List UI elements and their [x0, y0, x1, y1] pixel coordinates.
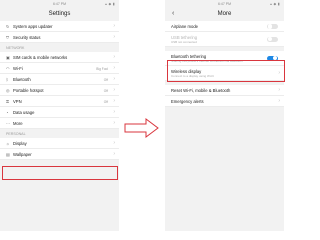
settings-item-label: Portable hotspot	[13, 87, 44, 93]
settings-item-value: Big Fool	[96, 66, 108, 71]
more-item-reset-wi-fi-mobile-bluetooth[interactable]: Reset Wi-Fi, mobile & Bluetooth ›	[165, 85, 284, 96]
settings-item-label: SIM cards & mobile networks	[13, 54, 68, 60]
chevron-right-icon: ›	[278, 98, 280, 104]
status-time: 6:47 PM	[52, 2, 67, 6]
settings-item-value: Off	[103, 77, 108, 82]
more-item-usb-tethering: USB tethering USB not connected	[165, 32, 284, 47]
settings-item-label: More	[13, 120, 23, 126]
more-dots-icon: ⋯	[6, 120, 10, 126]
page-title: More	[217, 11, 232, 17]
top-settings-group: ↻ System apps updater › ⛉ Security status ›	[0, 21, 119, 43]
personal-section-label: PERSONAL	[6, 132, 26, 136]
personal-settings-group: ☼ Display › ▤ Wallpaper ›	[0, 138, 119, 160]
chevron-right-icon: ›	[113, 139, 115, 146]
wallpaper-icon: ▤	[6, 151, 10, 157]
status-bar: 6:47 PM ▴ ◆ ▮	[0, 0, 119, 9]
shield-icon: ⛉	[6, 34, 9, 40]
toggle-knob	[267, 37, 272, 42]
chevron-right-icon: ›	[113, 22, 115, 29]
settings-item-label: Wi-Fi	[13, 65, 23, 71]
chevron-right-icon: ›	[113, 150, 115, 157]
settings-item-portable-hotspot[interactable]: ◎ Portable hotspot Off ›	[0, 85, 119, 96]
status-time: 6:47 PM	[217, 2, 232, 6]
chevron-right-icon: ›	[113, 75, 115, 82]
status-bar: 6:47 PM ▴ ◆ ▮	[165, 0, 284, 9]
settings-item-value: Off	[103, 99, 108, 104]
more-item-airplane-mode[interactable]: Airplane mode	[165, 21, 284, 32]
settings-item-system-apps-updater[interactable]: ↻ System apps updater ›	[0, 21, 119, 32]
vpn-key-icon: ⚿	[6, 98, 10, 104]
settings-item-display[interactable]: ☼ Display ›	[0, 138, 119, 149]
page-title: Settings	[48, 11, 71, 17]
settings-header: Settings	[0, 9, 119, 21]
settings-screen: 6:47 PM ▴ ◆ ▮ Settings ↻ System apps upda…	[0, 0, 119, 231]
toggle-switch	[267, 36, 278, 42]
network-settings-group: ▣ SIM cards & mobile networks › ◠ Wi-Fi Big F…	[0, 52, 119, 129]
chevron-right-icon: ›	[113, 86, 115, 93]
bluetooth-tethering-highlight-box	[167, 60, 285, 82]
settings-item-label: VPN	[13, 98, 22, 104]
settings-item-bluetooth[interactable]: ᛒ Bluetooth Off ›	[0, 74, 119, 85]
settings-item-label: Display	[13, 140, 27, 146]
settings-item-label: Wallpaper	[13, 151, 32, 157]
status-icons: ▴ ◆ ▮	[105, 2, 115, 6]
more-item-title: Emergency alerts	[171, 99, 204, 104]
chevron-right-icon: ›	[113, 97, 115, 104]
settings-item-data-usage[interactable]: ◔ Data usage ›	[0, 107, 119, 118]
settings-item-wallpaper[interactable]: ▤ Wallpaper ›	[0, 149, 119, 160]
more-highlight-box	[2, 166, 118, 180]
settings-item-sim-cards-mobile-networks[interactable]: ▣ SIM cards & mobile networks ›	[0, 52, 119, 63]
chevron-right-icon: ›	[278, 87, 280, 93]
bluetooth-icon: ᛒ	[6, 76, 9, 82]
settings-item-vpn[interactable]: ⚿ VPN Off ›	[0, 96, 119, 107]
chevron-right-icon: ›	[113, 119, 115, 126]
more-header: ‹ More	[165, 9, 284, 21]
sim-card-icon: ▣	[6, 54, 10, 60]
settings-item-label: Data usage	[13, 109, 35, 115]
more-item-title: Reset Wi-Fi, mobile & Bluetooth	[171, 88, 231, 93]
arrow-right-icon	[124, 118, 159, 138]
chevron-right-icon: ›	[113, 33, 115, 40]
network-section-label: NETWORK	[6, 46, 25, 50]
more-item-subtitle: USB not connected	[171, 39, 197, 44]
settings-item-more[interactable]: ⋯ More ›	[0, 118, 119, 129]
settings-item-security-status[interactable]: ⛉ Security status ›	[0, 32, 119, 43]
more-item-emergency-alerts[interactable]: Emergency alerts ›	[165, 96, 284, 107]
refresh-icon: ↻	[6, 23, 10, 29]
toggle-switch[interactable]	[267, 23, 278, 30]
settings-item-wi-fi[interactable]: ◠ Wi-Fi Big Fool ›	[0, 63, 119, 74]
settings-item-label: Bluetooth	[13, 76, 31, 82]
chevron-right-icon: ›	[113, 53, 115, 60]
hotspot-icon: ◎	[6, 87, 10, 93]
display-icon: ☼	[6, 140, 10, 146]
data-usage-icon: ◔	[6, 109, 9, 115]
settings-item-label: Security status	[13, 34, 41, 40]
more-screen: 6:47 PM ▴ ◆ ▮ ‹ More Airplane mode USB te…	[165, 0, 284, 231]
settings-item-label: System apps updater	[13, 23, 53, 29]
chevron-right-icon: ›	[113, 64, 115, 71]
wifi-icon: ◠	[6, 65, 10, 71]
chevron-right-icon: ›	[113, 108, 115, 115]
toggle-knob	[267, 24, 272, 29]
more-item-title: Airplane mode	[171, 24, 199, 29]
status-icons: ▴ ◆ ▮	[270, 2, 280, 6]
settings-item-value: Off	[103, 88, 108, 93]
